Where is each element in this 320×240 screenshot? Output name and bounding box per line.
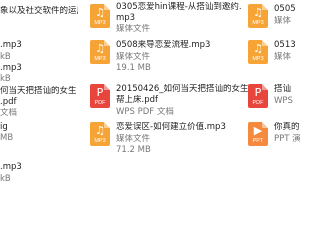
file-type: PPT 演 [274,134,300,144]
file-item[interactable]: P PDF 搭讪 WPS [248,82,300,122]
file-size: kB [0,174,11,184]
file-name: 何当天把搭讪的女生 [0,86,77,96]
file-name: 搭讪 [274,84,292,94]
music-note-icon: ♫ MP3 [90,40,110,64]
file-type-tag: MP3 [94,138,106,144]
file-type-tag: PDF [252,100,264,106]
file-size: kB [0,74,11,84]
file-item[interactable]: ♫ MP3 恋爱误区-如何建立价值.mp3 媒体文件 71.2 MB [86,120,246,160]
pdf-icon: P PDF [248,84,268,108]
file-type-tag: PPT [252,138,264,144]
file-type-tag: MP3 [252,56,264,62]
file-item[interactable]: ♫ MP3 0505 媒体 [248,2,300,42]
file-item[interactable]: ▶ PPT 你真的 PPT 演 [248,120,300,160]
file-name: ig [0,122,8,132]
file-type: WPS [274,96,293,106]
file-name: .mp3 [0,63,22,73]
music-note-icon: ♫ MP3 [90,122,110,146]
file-item[interactable]: ♫ MP3 0513 媒体 [248,38,300,78]
file-type-tag: MP3 [94,56,106,62]
file-explorer-grid: 象以及社交软件的运用. .mp3 kB .mp3 kB 何当天把搭讪的女生 .p… [0,0,300,200]
music-note-icon: ♫ MP3 [90,4,110,28]
file-item[interactable]: P PDF 20150426_如何当天把搭讪的女生 帮上床.pdf WPS PD… [86,82,256,122]
file-name: 0513 [274,40,296,50]
file-name: .mp3 [0,40,22,50]
file-item[interactable]: ♫ MP3 0305恋爱hin课程-从搭讪到邀约. mp3 媒体文件 [86,2,246,42]
file-name: 象以及社交软件的运用. [0,6,78,16]
file-size: MB [0,133,14,143]
pdf-icon: P PDF [90,84,110,108]
file-item[interactable]: ♫ MP3 0508来导恋爱流程.mp3 媒体文件 19.1 MB [86,38,246,78]
file-type: 媒体 [274,52,292,62]
file-name: .mp3 [0,162,22,172]
presentation-icon: ▶ PPT [248,122,268,146]
file-size: kB [0,52,11,62]
file-type-tag: MP3 [252,20,264,26]
music-note-icon: ♫ MP3 [248,4,268,28]
file-name: .pdf [0,97,17,107]
music-note-icon: ♫ MP3 [248,40,268,64]
file-type: 媒体 [274,16,292,26]
file-type-tag: PDF [94,100,106,106]
file-type: 文档 [0,108,18,118]
file-type-tag: MP3 [94,20,106,26]
file-name: 你真的 [274,122,300,132]
file-name: 0505 [274,4,296,14]
file-item[interactable]: 象以及社交软件的运用. .mp3 kB .mp3 kB 何当天把搭讪的女生 .p… [0,0,80,200]
